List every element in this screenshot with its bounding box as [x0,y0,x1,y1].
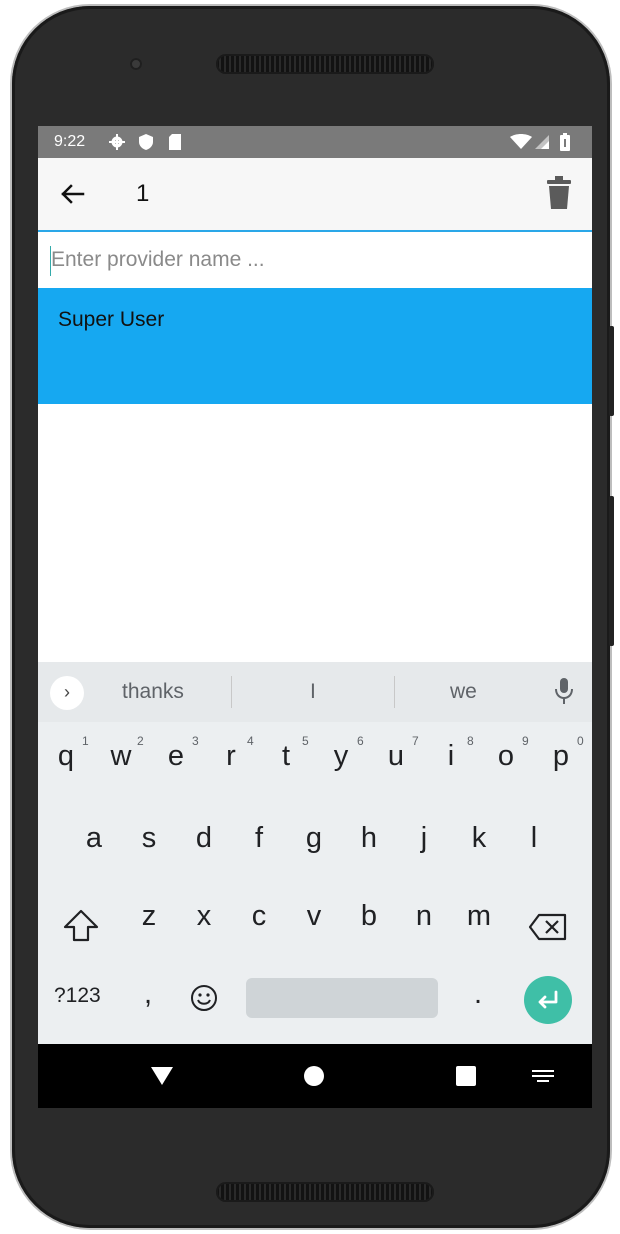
status-time: 9:22 [54,133,86,150]
enter-icon [538,990,558,1009]
key-j[interactable]: j [404,822,444,855]
settings-icon [109,134,125,150]
key-z[interactable]: z [129,900,169,933]
nav-back-icon[interactable] [150,1066,174,1086]
key-i[interactable]: i [431,740,471,773]
key-hint-3: 3 [192,734,199,748]
key-hint-4: 4 [247,734,254,748]
mic-icon[interactable] [554,677,574,705]
key-s[interactable]: s [129,822,169,855]
nav-home-icon[interactable] [304,1066,324,1086]
list-item-label: Super User [58,308,165,331]
key-y[interactable]: y [321,740,361,773]
key-w[interactable]: w [101,740,141,773]
provider-name-input[interactable] [51,240,571,280]
key-l[interactable]: l [514,822,554,855]
key-hint-1: 1 [82,734,89,748]
key-hint-7: 7 [412,734,419,748]
symbols-key[interactable]: ?123 [54,984,101,1008]
key-n[interactable]: n [404,900,444,933]
power-button [609,326,614,416]
suggestion-divider [394,676,395,708]
system-nav-bar [38,1044,592,1108]
nav-recent-icon[interactable] [456,1066,476,1086]
key-hint-9: 9 [522,734,529,748]
key-k[interactable]: k [459,822,499,855]
key-o[interactable]: o [486,740,526,773]
key-hint-8: 8 [467,734,474,748]
key-b[interactable]: b [349,900,389,933]
key-q[interactable]: q [46,740,86,773]
back-arrow-icon[interactable] [58,180,86,208]
period-key[interactable]: . [474,978,482,1011]
bottom-speaker-grille [216,1182,434,1202]
battery-icon [560,133,570,151]
key-hint-0: 0 [577,734,584,748]
keyboard-switch-icon[interactable] [532,1070,554,1084]
key-u[interactable]: u [376,740,416,773]
key-e[interactable]: e [156,740,196,773]
list-item[interactable]: Super User [38,288,592,404]
emoji-icon[interactable] [190,984,218,1012]
key-p[interactable]: p [541,740,581,773]
chevron-right-icon[interactable]: › [50,676,84,710]
space-bar[interactable] [246,978,438,1018]
volume-rocker [609,496,614,646]
key-hint-5: 5 [302,734,309,748]
status-bar: 9:22 [38,126,592,158]
key-d[interactable]: d [184,822,224,855]
key-v[interactable]: v [294,900,334,933]
suggestion-3[interactable]: we [450,680,477,704]
screen: 9:22 1 Enter provider name ... Super Use… [38,126,592,1108]
key-f[interactable]: f [239,822,279,855]
shift-icon[interactable] [62,908,100,944]
key-m[interactable]: m [459,900,499,933]
top-speaker-grille [216,54,434,74]
comma-key[interactable]: , [144,978,152,1011]
sd-card-icon [169,134,181,150]
app-bar: 1 [38,158,592,232]
signal-icon [535,135,549,149]
suggestion-2[interactable]: I [310,680,316,704]
page-title: 1 [136,180,150,207]
key-c[interactable]: c [239,900,279,933]
key-hint-2: 2 [137,734,144,748]
enter-key[interactable] [524,976,572,1024]
key-hint-6: 6 [357,734,364,748]
soft-keyboard: › thanks I we q1w2e3r4t5y6u7i8o9p0 asdfg… [38,662,592,1044]
trash-icon[interactable] [546,176,572,210]
suggestion-1[interactable]: thanks [122,680,184,704]
provider-search [38,232,592,288]
backspace-icon[interactable] [528,912,568,942]
wifi-icon [510,134,532,149]
suggestion-strip: › thanks I we [38,662,592,722]
front-camera [130,58,142,70]
key-t[interactable]: t [266,740,306,773]
key-a[interactable]: a [74,822,114,855]
suggestion-divider [231,676,232,708]
key-g[interactable]: g [294,822,334,855]
key-x[interactable]: x [184,900,224,933]
key-r[interactable]: r [211,740,251,773]
shield-icon [139,134,153,150]
key-h[interactable]: h [349,822,389,855]
